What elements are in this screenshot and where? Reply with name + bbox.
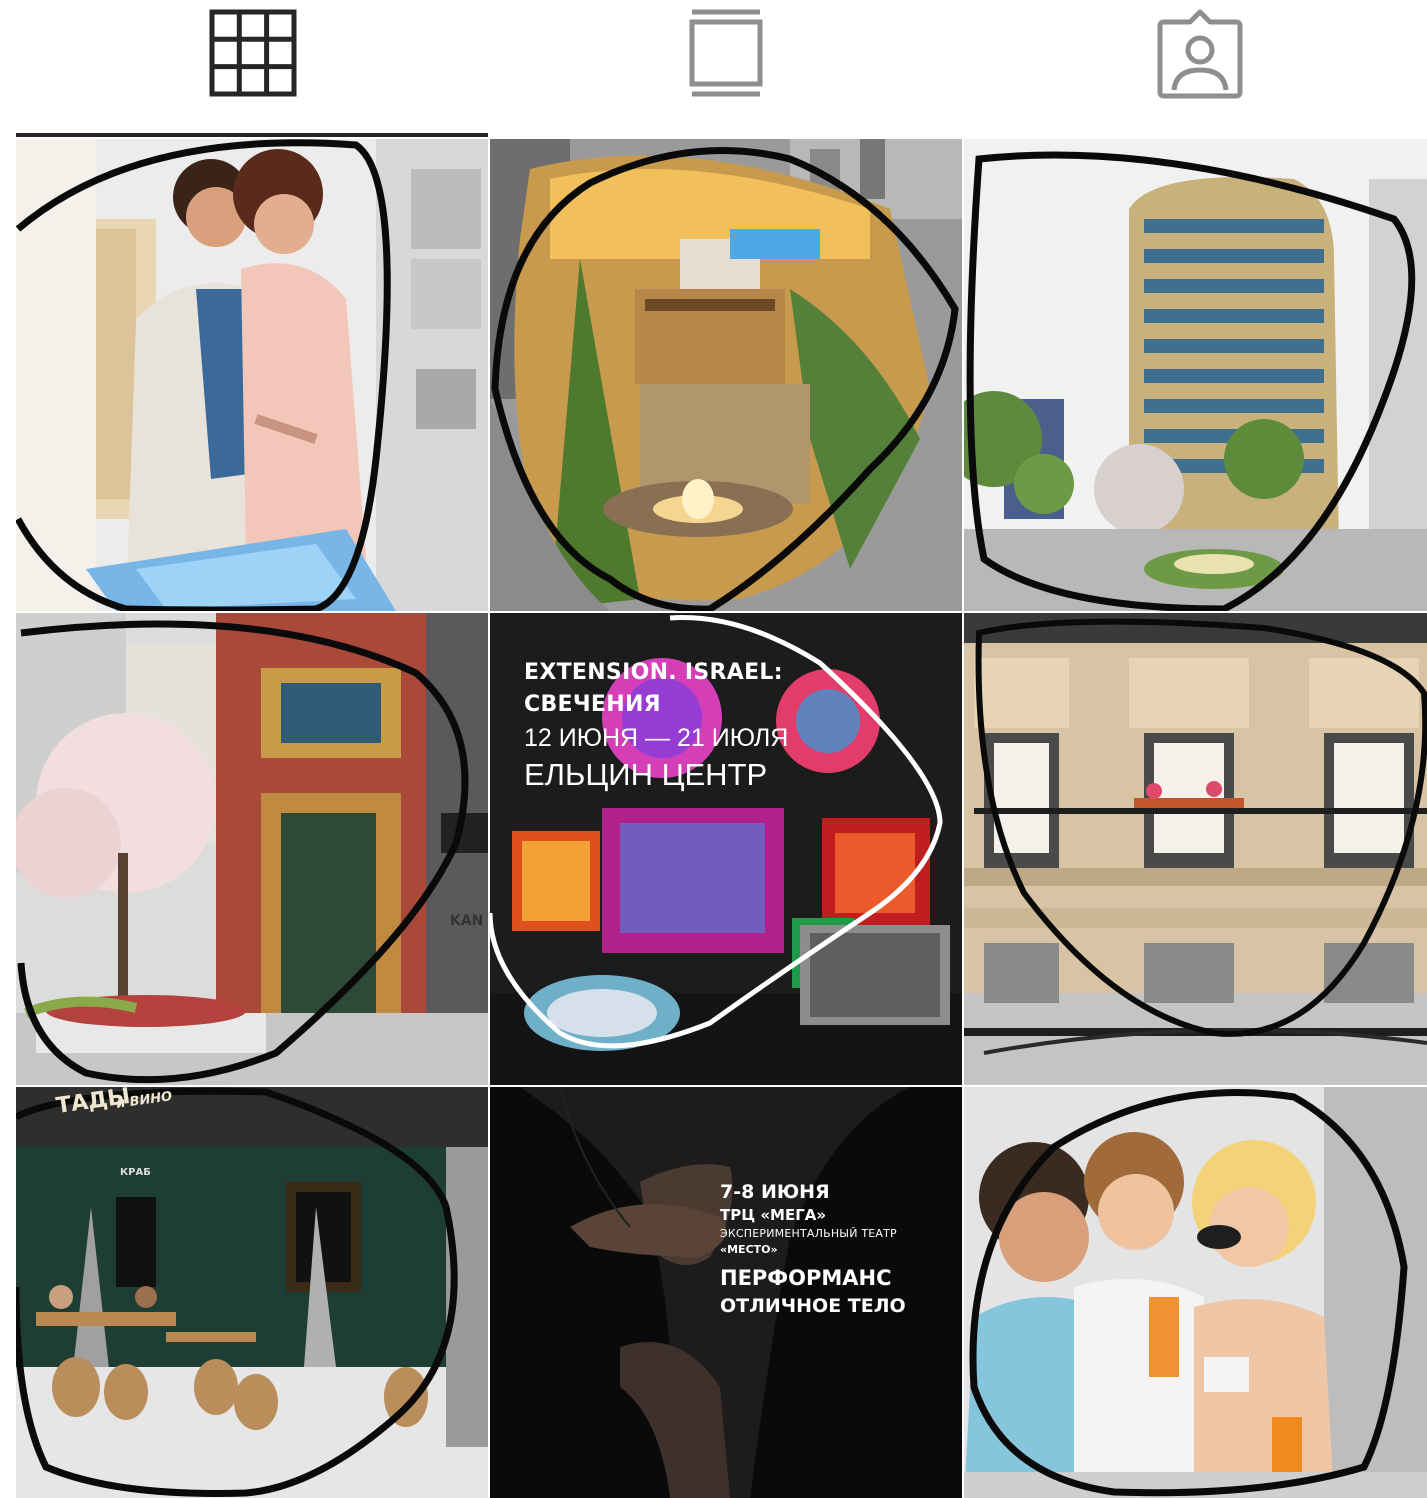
exhibition-caption: EXTENSION. ISRAEL: СВЕЧЕНИЯ 12 ИЮНЯ — 21… (524, 657, 788, 795)
tab-tagged[interactable] (964, 0, 1427, 137)
post-tile-facade-balconies[interactable] (964, 613, 1427, 1085)
active-tab-indicator (16, 133, 488, 137)
post-image (490, 139, 962, 611)
post-tile-performance[interactable]: 7-8 ИЮНЯ ТРЦ «МЕГА» ЭКСПЕРИМЕНТАЛЬНЫЙ ТЕ… (490, 1087, 962, 1498)
post-tile-aerial-park[interactable] (490, 139, 962, 611)
posts-grid: KAN EXTENSION. ISRAEL: СВЕЧЕНИЯ 12 ИЮНЯ … (16, 139, 1427, 1498)
post-tile-friends-cafe[interactable] (964, 1087, 1427, 1498)
post-image (964, 613, 1427, 1085)
feed-icon (689, 9, 763, 97)
grid-icon (209, 9, 297, 97)
performance-kind: ПЕРФОРМАНС (720, 1266, 892, 1290)
post-tile-residential-tower[interactable] (964, 139, 1427, 611)
tab-feed[interactable] (490, 0, 962, 137)
performance-place: ТРЦ «МЕГА» (720, 1206, 827, 1224)
shop-sign: KAN (450, 913, 484, 929)
exhibition-dates: 12 ИЮНЯ — 21 ИЮЛЯ (524, 724, 789, 752)
post-image (964, 1087, 1427, 1498)
post-image (16, 139, 488, 611)
performance-theatre-line2: «МЕСТО» (720, 1243, 778, 1256)
post-tile-cafe-terrace[interactable]: ТАДЫ и ВИНО КРАБ (16, 1087, 488, 1498)
performance-caption: 7-8 ИЮНЯ ТРЦ «МЕГА» ЭКСПЕРИМЕНТАЛЬНЫЙ ТЕ… (720, 1179, 906, 1319)
post-image (16, 613, 488, 1085)
cafe-board-text: КРАБ (120, 1167, 151, 1178)
performance-theatre-line1: ЭКСПЕРИМЕНТАЛЬНЫЙ ТЕАТР (720, 1227, 897, 1240)
performance-title: ОТЛИЧНОЕ ТЕЛО (720, 1295, 906, 1317)
exhibition-title-line2: СВЕЧЕНИЯ (524, 692, 661, 717)
tagged-icon (1157, 9, 1243, 99)
performance-dates: 7-8 ИЮНЯ (720, 1181, 830, 1203)
profile-tab-bar (0, 0, 1427, 137)
exhibition-title-line1: EXTENSION. ISRAEL: (524, 660, 783, 685)
profile-posts-view: KAN EXTENSION. ISRAEL: СВЕЧЕНИЯ 12 ИЮНЯ … (0, 0, 1427, 1498)
post-image (964, 139, 1427, 611)
exhibition-venue: ЕЛЬЦИН ЦЕНТР (524, 757, 768, 792)
post-tile-couple-table[interactable] (16, 139, 488, 611)
tab-grid[interactable] (16, 0, 488, 137)
post-image (16, 1087, 488, 1498)
post-tile-brick-building[interactable]: KAN (16, 613, 488, 1085)
post-tile-exhibition[interactable]: EXTENSION. ISRAEL: СВЕЧЕНИЯ 12 ИЮНЯ — 21… (490, 613, 962, 1085)
